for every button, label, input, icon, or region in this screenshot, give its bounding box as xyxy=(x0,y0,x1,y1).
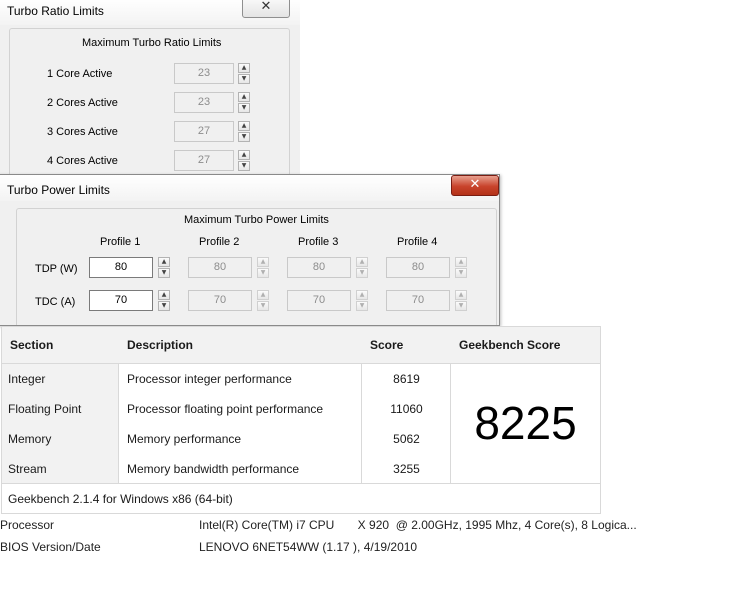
tdc-profile-2-spinner[interactable]: ▲ ▼ xyxy=(257,290,269,311)
turbo-power-group-label: Maximum Turbo Power Limits xyxy=(181,214,332,226)
up-arrow-icon[interactable]: ▲ xyxy=(455,290,467,300)
up-arrow-icon[interactable]: ▲ xyxy=(238,63,250,73)
header-score: Score xyxy=(362,327,451,363)
header-geekbench-score: Geekbench Score xyxy=(451,327,600,363)
geekbench-version-footer: Geekbench 2.1.4 for Windows x86 (64-bit) xyxy=(8,492,233,506)
down-arrow-icon[interactable]: ▼ xyxy=(158,268,170,278)
ratio-row-4-label: 4 Cores Active xyxy=(47,155,118,167)
tdc-profile-1-spinner[interactable]: ▲ ▼ xyxy=(158,290,170,311)
tdc-profile-3-input[interactable]: 70 xyxy=(287,290,351,311)
up-arrow-icon[interactable]: ▲ xyxy=(356,257,368,267)
row-3-score: 5062 xyxy=(393,432,420,446)
turbo-power-title: Turbo Power Limits xyxy=(7,183,110,197)
tdp-profile-2-input[interactable]: 80 xyxy=(188,257,252,278)
turbo-ratio-group-label: Maximum Turbo Ratio Limits xyxy=(79,37,225,49)
tdp-profile-4-spinner[interactable]: ▲ ▼ xyxy=(455,257,467,278)
ratio-row-3-value[interactable]: 27 xyxy=(174,121,234,142)
close-icon: ✕ xyxy=(469,177,481,192)
turbo-ratio-close-button[interactable]: ✕ xyxy=(242,0,290,18)
up-arrow-icon[interactable]: ▲ xyxy=(158,290,170,300)
ratio-row-2-spinner[interactable]: ▲ ▼ xyxy=(238,92,250,113)
row-4-section: Stream xyxy=(8,462,47,476)
up-arrow-icon[interactable]: ▲ xyxy=(158,257,170,267)
down-arrow-icon[interactable]: ▼ xyxy=(455,301,467,311)
up-arrow-icon[interactable]: ▲ xyxy=(238,150,250,160)
row-3-description: Memory performance xyxy=(127,432,242,446)
ratio-row-4-value[interactable]: 27 xyxy=(174,150,234,171)
geekbench-results-table: Section Description Score Geekbench Scor… xyxy=(1,326,601,514)
footer-divider xyxy=(2,483,600,484)
down-arrow-icon[interactable]: ▼ xyxy=(238,74,250,84)
header-section: Section xyxy=(2,327,118,363)
row-3-section: Memory xyxy=(8,432,52,446)
row-4-description: Memory bandwidth performance xyxy=(127,462,300,476)
tdp-profile-1-spinner[interactable]: ▲ ▼ xyxy=(158,257,170,278)
up-arrow-icon[interactable]: ▲ xyxy=(455,257,467,267)
geekbench-total-score: 8225 xyxy=(474,397,577,449)
tdp-profile-3-spinner[interactable]: ▲ ▼ xyxy=(356,257,368,278)
tdc-profile-2-input[interactable]: 70 xyxy=(188,290,252,311)
up-arrow-icon[interactable]: ▲ xyxy=(356,290,368,300)
col-divider-1 xyxy=(118,363,119,483)
tdp-profile-2-spinner[interactable]: ▲ ▼ xyxy=(257,257,269,278)
tdc-label: TDC (A) xyxy=(35,296,76,308)
down-arrow-icon[interactable]: ▼ xyxy=(158,301,170,311)
down-arrow-icon[interactable]: ▼ xyxy=(257,268,269,278)
down-arrow-icon[interactable]: ▼ xyxy=(356,268,368,278)
turbo-power-window: Turbo Power Limits ✕ Maximum Turbo Power… xyxy=(0,174,500,326)
row-1-description: Processor integer performance xyxy=(127,372,292,386)
tdc-profile-3-spinner[interactable]: ▲ ▼ xyxy=(356,290,368,311)
profile-4-header: Profile 4 xyxy=(397,236,438,248)
tdp-label: TDP (W) xyxy=(35,263,78,275)
processor-label: Processor xyxy=(0,518,55,532)
up-arrow-icon[interactable]: ▲ xyxy=(257,257,269,267)
bios-label: BIOS Version/Date xyxy=(0,540,101,554)
profile-1-header: Profile 1 xyxy=(100,236,141,248)
profile-3-header: Profile 3 xyxy=(298,236,339,248)
down-arrow-icon[interactable]: ▼ xyxy=(238,103,250,113)
ratio-row-2-label: 2 Cores Active xyxy=(47,97,118,109)
row-1-score: 8619 xyxy=(393,372,420,386)
row-2-description: Processor floating point performance xyxy=(127,402,324,416)
down-arrow-icon[interactable]: ▼ xyxy=(257,301,269,311)
close-icon: ✕ xyxy=(260,0,272,14)
row-2-score: 11060 xyxy=(390,402,423,416)
background-app-area xyxy=(300,0,500,176)
up-arrow-icon[interactable]: ▲ xyxy=(238,121,250,131)
header-description: Description xyxy=(118,327,362,363)
tdc-profile-1-input[interactable]: 70 xyxy=(89,290,153,311)
down-arrow-icon[interactable]: ▼ xyxy=(356,301,368,311)
processor-value: Intel(R) Core(TM) i7 CPU X 920 @ 2.00GHz… xyxy=(199,518,637,532)
ratio-row-4-spinner[interactable]: ▲ ▼ xyxy=(238,150,250,171)
turbo-ratio-title: Turbo Ratio Limits xyxy=(7,4,104,18)
bios-value: LENOVO 6NET54WW (1.17 ), 4/19/2010 xyxy=(199,540,418,554)
tdc-profile-4-spinner[interactable]: ▲ ▼ xyxy=(455,290,467,311)
down-arrow-icon[interactable]: ▼ xyxy=(238,132,250,142)
ratio-row-1-label: 1 Core Active xyxy=(47,68,113,80)
up-arrow-icon[interactable]: ▲ xyxy=(238,92,250,102)
ratio-row-3-label: 3 Cores Active xyxy=(47,126,118,138)
up-arrow-icon[interactable]: ▲ xyxy=(257,290,269,300)
turbo-power-close-button[interactable]: ✕ xyxy=(451,175,499,196)
down-arrow-icon[interactable]: ▼ xyxy=(238,161,250,171)
tdc-profile-4-input[interactable]: 70 xyxy=(386,290,450,311)
ratio-row-1-value[interactable]: 23 xyxy=(174,63,234,84)
ratio-row-3-spinner[interactable]: ▲ ▼ xyxy=(238,121,250,142)
tdp-profile-1-input[interactable]: 80 xyxy=(89,257,153,278)
turbo-ratio-window: Turbo Ratio Limits ✕ Maximum Turbo Ratio… xyxy=(0,0,302,180)
ratio-row-1-spinner[interactable]: ▲ ▼ xyxy=(238,63,250,84)
row-1-section: Integer xyxy=(8,372,46,386)
tdp-profile-4-input[interactable]: 80 xyxy=(386,257,450,278)
row-2-section: Floating Point xyxy=(8,402,82,416)
profile-2-header: Profile 2 xyxy=(199,236,240,248)
row-4-score: 3255 xyxy=(393,462,420,476)
tdp-profile-3-input[interactable]: 80 xyxy=(287,257,351,278)
down-arrow-icon[interactable]: ▼ xyxy=(455,268,467,278)
ratio-row-2-value[interactable]: 23 xyxy=(174,92,234,113)
